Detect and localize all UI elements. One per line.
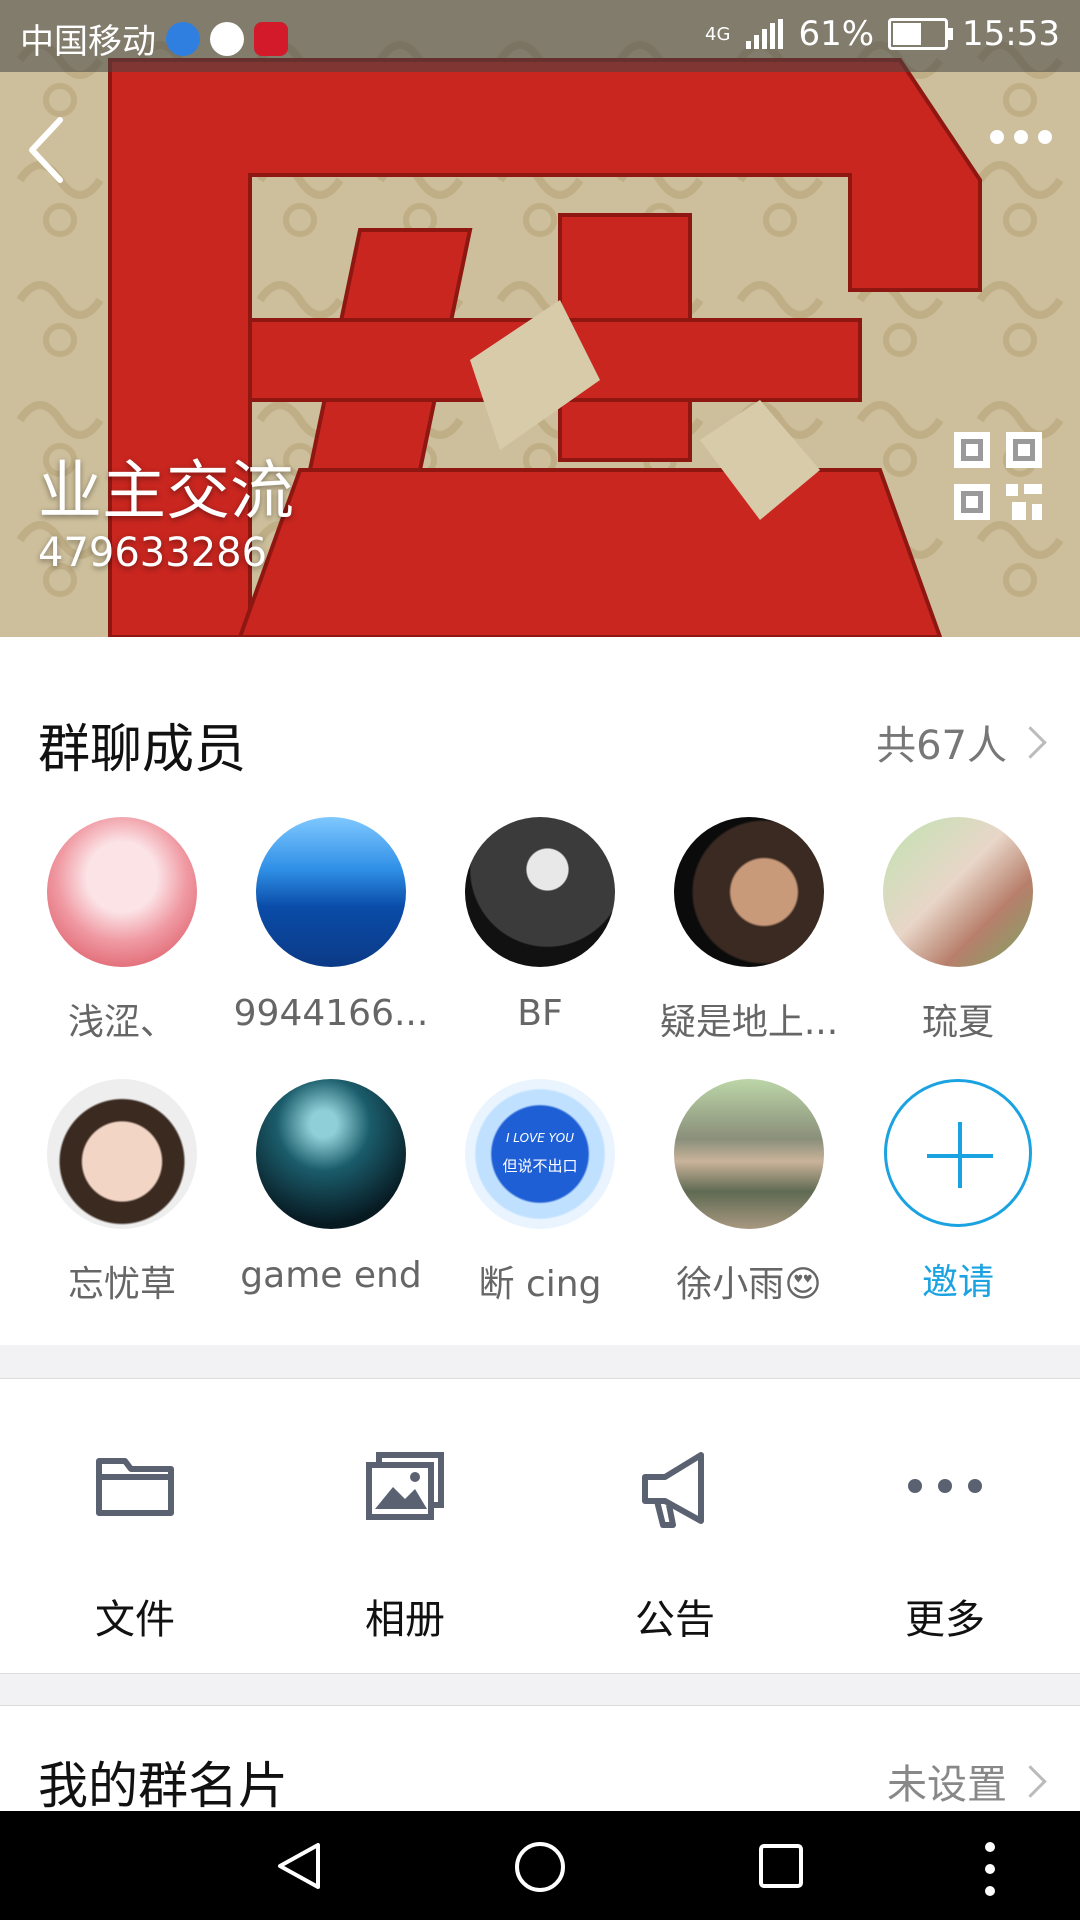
qq-browser-icon — [166, 21, 200, 56]
group-id: 479633286 — [38, 530, 268, 576]
status-bar: 中国移动 4G 61% 15:53 — [0, 0, 1080, 72]
member-avatar — [465, 817, 615, 967]
member-count: 共67人 — [876, 723, 1007, 769]
group-card-title: 我的群名片 — [38, 1757, 288, 1815]
member-item[interactable]: 疑是地上... — [644, 817, 854, 1045]
member-name: 断 cing — [478, 1264, 602, 1305]
system-nav-bar — [0, 1811, 1080, 1920]
member-name: 徐小雨😍 — [676, 1264, 822, 1305]
clock: 15:53 — [962, 14, 1060, 54]
group-tools: 文件 相册 公告 更多 — [0, 1378, 1080, 1674]
member-avatar — [256, 817, 406, 967]
nav-recents-icon[interactable] — [756, 1839, 806, 1893]
more-button[interactable]: 更多 — [810, 1379, 1080, 1673]
plus-icon — [884, 1079, 1032, 1227]
notice-button[interactable]: 公告 — [540, 1379, 810, 1673]
notice-label: 公告 — [635, 1597, 715, 1643]
member-name: 疑是地上... — [659, 1002, 839, 1043]
more-dots-icon — [908, 1479, 982, 1493]
invite-button[interactable]: 邀请 — [853, 1079, 1063, 1305]
files-button[interactable]: 文件 — [0, 1379, 270, 1673]
member-avatar — [674, 1079, 824, 1229]
qr-code-icon[interactable] — [954, 432, 1042, 520]
member-item[interactable]: 忘忧草 — [17, 1079, 227, 1307]
member-avatar — [883, 817, 1033, 967]
nav-back-icon[interactable] — [272, 1839, 326, 1893]
my-group-card-row[interactable]: 我的群名片 未设置 — [0, 1705, 1080, 1815]
member-name: 浅涩、 — [67, 1002, 176, 1043]
member-avatar — [47, 817, 197, 967]
member-name: game end — [240, 1255, 422, 1296]
back-icon[interactable] — [22, 110, 82, 190]
folder-icon — [96, 1458, 174, 1516]
member-item[interactable]: 琉夏 — [853, 817, 1063, 1045]
members-title: 群聊成员 — [38, 720, 247, 780]
nav-home-icon[interactable] — [512, 1839, 568, 1895]
chevron-right-icon — [1014, 1764, 1047, 1798]
invite-label: 邀请 — [921, 1262, 994, 1303]
album-label: 相册 — [365, 1597, 445, 1643]
qq-icon — [210, 21, 244, 56]
video-app-icon — [254, 21, 288, 56]
album-button[interactable]: 相册 — [270, 1379, 540, 1673]
member-avatar — [674, 817, 824, 967]
files-label: 文件 — [95, 1597, 175, 1643]
heart-text-line-2: 但说不出口 — [502, 1157, 578, 1175]
member-item[interactable]: 9944166... — [226, 817, 436, 1034]
member-avatar — [256, 1079, 406, 1229]
member-name: 忘忧草 — [67, 1264, 176, 1305]
member-item[interactable]: I LOVE YOU 但说不出口 断 cing — [435, 1079, 645, 1307]
battery-percent: 61% — [798, 14, 875, 54]
heart-text-line-1: I LOVE YOU — [505, 1131, 575, 1145]
carrier-label: 中国移动 — [20, 22, 156, 62]
member-count-link[interactable]: 共67人 — [876, 713, 1047, 771]
member-item[interactable]: BF — [435, 817, 645, 1034]
signal-icon — [746, 19, 784, 49]
member-name: 9944166... — [233, 993, 429, 1034]
photo-album-icon — [366, 1452, 444, 1520]
more-label: 更多 — [905, 1597, 985, 1643]
network-type: 4G — [705, 23, 731, 45]
member-name: 琉夏 — [921, 1002, 994, 1043]
member-avatar: I LOVE YOU 但说不出口 — [465, 1079, 615, 1229]
battery-icon — [888, 18, 954, 50]
megaphone-icon — [642, 1452, 704, 1528]
member-name: BF — [517, 993, 563, 1034]
member-item[interactable]: 徐小雨😍 — [644, 1079, 854, 1307]
chevron-right-icon — [1014, 725, 1047, 759]
member-item[interactable]: 浅涩、 — [17, 817, 227, 1045]
member-avatar — [47, 1079, 197, 1229]
group-card-value: 未设置 — [887, 1762, 1007, 1808]
member-item[interactable]: game end — [226, 1079, 436, 1296]
nav-menu-icon[interactable] — [980, 1839, 1000, 1899]
members-section: 群聊成员 共67人 浅涩、 9944166... BF 疑是地上... 琉夏 忘… — [0, 637, 1080, 1345]
more-options-icon[interactable] — [990, 130, 1052, 144]
group-name: 业主交流 — [38, 455, 294, 529]
